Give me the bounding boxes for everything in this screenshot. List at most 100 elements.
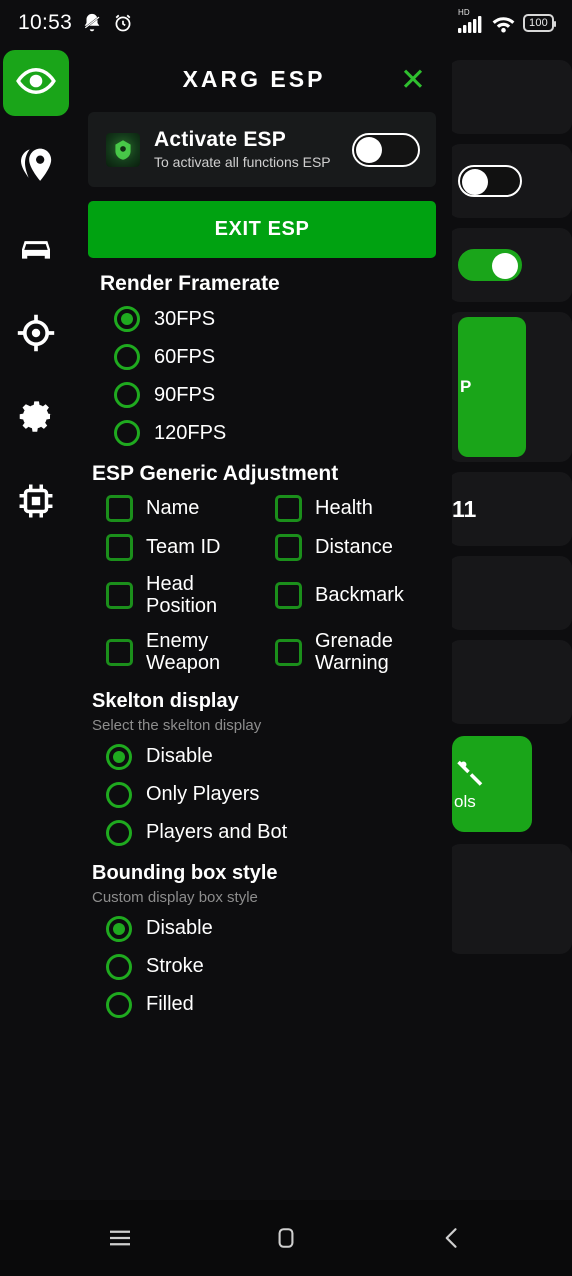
checkbox-label-enemy-weapon: Enemy Weapon bbox=[146, 629, 221, 675]
esp-panel: XARG ESP ✕ Activate ESP To activate all … bbox=[72, 46, 452, 1200]
panel-content: Activate ESP To activate all functions E… bbox=[80, 112, 444, 1024]
sidebar-item-location[interactable] bbox=[3, 134, 69, 200]
status-bar-left: 10:53 bbox=[18, 11, 134, 35]
esp-generic-grid: Name Health Team ID Distance Head Positi… bbox=[92, 490, 436, 680]
radio-bounding-filled[interactable] bbox=[106, 991, 132, 1018]
checkbox-name[interactable] bbox=[106, 495, 133, 523]
skelton-option-disable[interactable]: Disable bbox=[92, 738, 436, 776]
framerate-label-120fps: 120FPS bbox=[154, 421, 227, 444]
background-tools-label: ols bbox=[454, 791, 476, 811]
checkbox-team-id[interactable] bbox=[106, 534, 133, 562]
checkbox-head-position[interactable] bbox=[106, 581, 133, 609]
render-framerate-title: Render Framerate bbox=[100, 272, 280, 296]
skelton-option-players-and-bot[interactable]: Players and Bot bbox=[92, 814, 436, 852]
skelton-display-title: Skelton display bbox=[92, 689, 239, 712]
sidebar-item-settings[interactable] bbox=[3, 386, 69, 452]
app-screen: 10:53 HD 100 P 11 ols XARG ESP ✕ Activat… bbox=[0, 0, 572, 1276]
esp-generic-section: ESP Generic Adjustment Name Health Team … bbox=[88, 462, 436, 680]
bounding-box-section: Bounding box style Custom display box st… bbox=[88, 862, 436, 1024]
checkbox-health[interactable] bbox=[275, 495, 302, 523]
page-title: XARG ESP bbox=[182, 65, 326, 92]
framerate-option-120fps[interactable]: 120FPS bbox=[100, 414, 436, 452]
skelton-label-players-and-bot: Players and Bot bbox=[146, 821, 288, 844]
wifi-icon bbox=[491, 14, 516, 33]
skelton-label-disable: Disable bbox=[146, 745, 213, 768]
bounding-option-stroke[interactable]: Stroke bbox=[92, 948, 436, 986]
bell-muted-icon bbox=[81, 12, 103, 34]
checkbox-distance[interactable] bbox=[275, 534, 302, 562]
checkbox-row-distance[interactable]: Distance bbox=[275, 529, 436, 566]
status-bar: 10:53 HD 100 bbox=[0, 0, 572, 46]
bounding-box-subtitle: Custom display box style bbox=[92, 888, 258, 906]
framerate-option-90fps[interactable]: 90FPS bbox=[100, 376, 436, 414]
skelton-display-section: Skelton display Select the skelton displ… bbox=[88, 690, 436, 852]
checkbox-row-health[interactable]: Health bbox=[275, 490, 436, 527]
esp-generic-title: ESP Generic Adjustment bbox=[92, 462, 339, 486]
checkbox-label-health: Health bbox=[315, 497, 373, 520]
close-icon[interactable]: ✕ bbox=[400, 64, 426, 95]
framerate-option-60fps[interactable]: 60FPS bbox=[100, 338, 436, 376]
checkbox-row-team-id[interactable]: Team ID bbox=[106, 529, 267, 566]
home-square-icon[interactable] bbox=[258, 1210, 314, 1266]
activate-esp-toggle[interactable] bbox=[352, 132, 420, 167]
background-tools-card[interactable]: ols bbox=[452, 736, 532, 832]
activate-esp-card[interactable]: Activate ESP To activate all functions E… bbox=[88, 112, 436, 188]
checkbox-row-backmark[interactable]: Backmark bbox=[275, 568, 436, 623]
radio-skelton-only-players[interactable] bbox=[106, 781, 132, 808]
radio-90fps[interactable] bbox=[114, 382, 140, 409]
menu-icon[interactable] bbox=[92, 1210, 148, 1266]
background-counter-text: 11 bbox=[452, 495, 477, 522]
alarm-clock-icon bbox=[112, 12, 134, 34]
bounding-option-disable[interactable]: Disable bbox=[92, 910, 436, 948]
background-card-green-button[interactable]: P bbox=[448, 312, 572, 462]
background-card-toggle-off[interactable] bbox=[448, 144, 572, 218]
checkbox-row-name[interactable]: Name bbox=[106, 490, 267, 527]
background-card-empty bbox=[448, 60, 572, 134]
chip-icon bbox=[15, 480, 57, 527]
chevron-left-icon[interactable] bbox=[424, 1210, 480, 1266]
crosshair-icon bbox=[15, 312, 57, 359]
radio-skelton-players-and-bot[interactable] bbox=[106, 819, 132, 846]
checkbox-backmark[interactable] bbox=[275, 581, 302, 609]
clock-time: 10:53 bbox=[18, 11, 73, 34]
background-card-toggle-on[interactable] bbox=[448, 228, 572, 302]
activate-esp-title: Activate ESP bbox=[154, 128, 286, 151]
radio-skelton-disable[interactable] bbox=[106, 743, 132, 770]
background-layer: P 11 ols bbox=[448, 60, 572, 954]
radio-30fps[interactable] bbox=[114, 306, 140, 333]
framerate-option-30fps[interactable]: 30FPS bbox=[100, 300, 436, 338]
skelton-label-only-players: Only Players bbox=[146, 783, 260, 806]
skelton-option-only-players[interactable]: Only Players bbox=[92, 776, 436, 814]
radio-120fps[interactable] bbox=[114, 420, 140, 447]
sidebar-item-aim[interactable] bbox=[3, 302, 69, 368]
checkbox-row-grenade-warning[interactable]: Grenade Warning bbox=[275, 625, 436, 680]
checkbox-label-backmark: Backmark bbox=[315, 584, 404, 607]
bounding-label-disable: Disable bbox=[146, 917, 213, 940]
activate-esp-subtitle: To activate all functions ESP bbox=[154, 154, 331, 170]
background-card-empty-2 bbox=[448, 556, 572, 630]
framerate-label-60fps: 60FPS bbox=[154, 345, 216, 368]
bounding-label-stroke: Stroke bbox=[146, 955, 204, 978]
radio-60fps[interactable] bbox=[114, 344, 140, 371]
sidebar-item-esp[interactable] bbox=[3, 50, 69, 116]
background-green-button[interactable]: P bbox=[458, 317, 526, 457]
radio-bounding-disable[interactable] bbox=[106, 915, 132, 942]
eye-icon bbox=[15, 60, 57, 107]
sidebar-item-memory[interactable] bbox=[3, 470, 69, 536]
activate-esp-text: Activate ESP To activate all functions E… bbox=[154, 128, 338, 171]
app-logo-icon bbox=[106, 132, 140, 167]
battery-indicator: 100 bbox=[523, 14, 556, 32]
radio-bounding-stroke[interactable] bbox=[106, 953, 132, 980]
bounding-option-filled[interactable]: Filled bbox=[92, 986, 436, 1024]
checkbox-row-enemy-weapon[interactable]: Enemy Weapon bbox=[106, 625, 267, 680]
car-icon bbox=[15, 228, 57, 275]
checkbox-grenade-warning[interactable] bbox=[275, 638, 302, 666]
background-toggle-on[interactable] bbox=[458, 249, 522, 281]
checkbox-enemy-weapon[interactable] bbox=[106, 638, 133, 666]
exit-esp-button[interactable]: EXIT ESP bbox=[88, 201, 436, 259]
checkbox-row-head-position[interactable]: Head Position bbox=[106, 568, 267, 623]
checkbox-label-name: Name bbox=[146, 497, 200, 520]
background-card-tools[interactable]: ols bbox=[448, 734, 572, 834]
background-toggle-off[interactable] bbox=[458, 165, 522, 197]
sidebar-item-vehicle[interactable] bbox=[3, 218, 69, 284]
